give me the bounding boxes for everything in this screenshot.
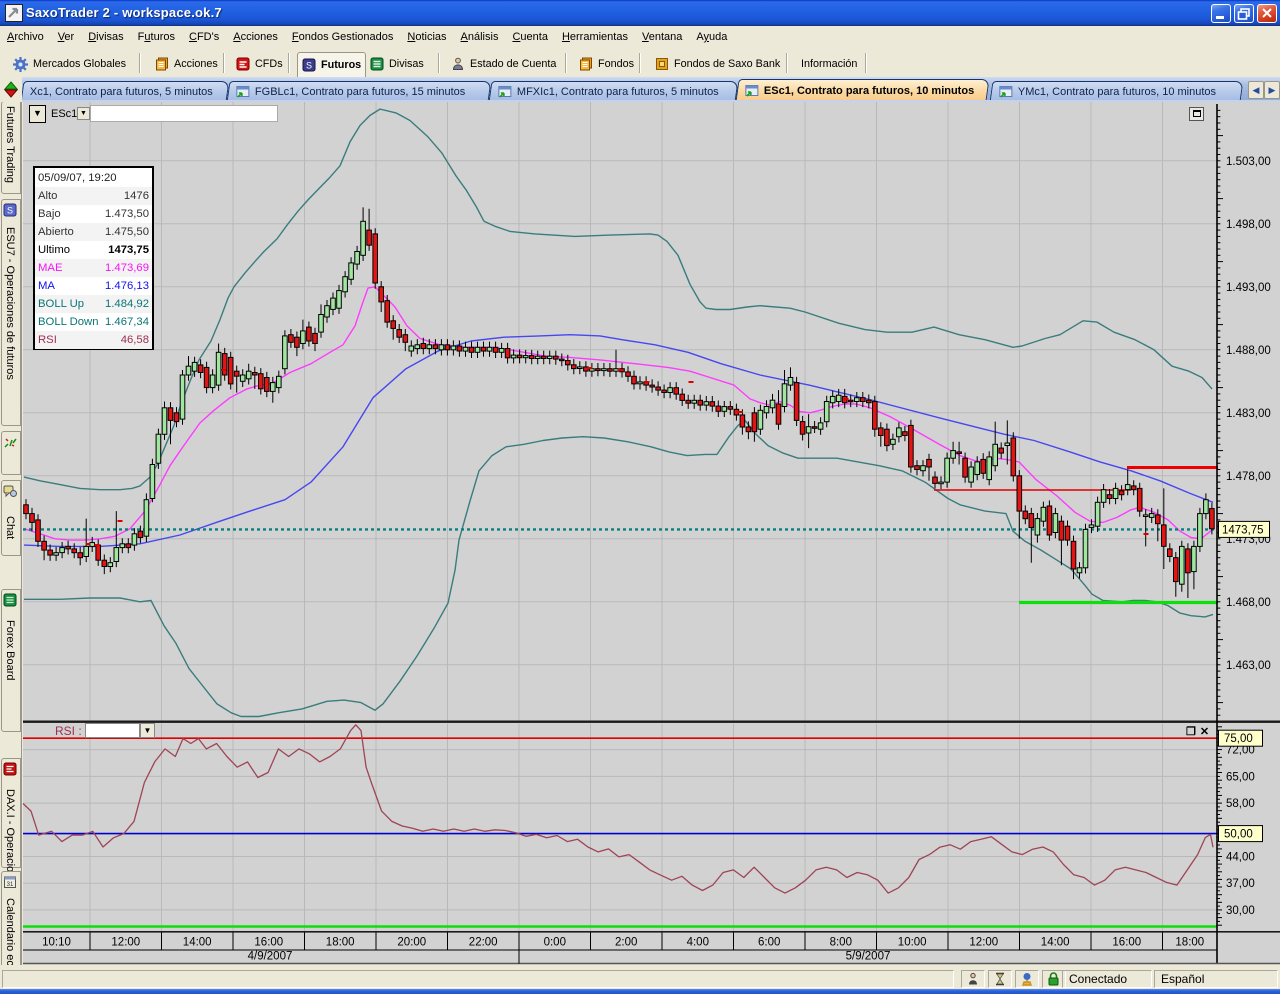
- svg-text:18:00: 18:00: [1175, 937, 1204, 949]
- svg-text:14:00: 14:00: [183, 937, 212, 949]
- svg-text:0:00: 0:00: [544, 937, 566, 949]
- svg-text:75,00: 75,00: [1224, 733, 1253, 745]
- svg-text:1.493,00: 1.493,00: [1226, 282, 1271, 294]
- svg-text:50,00: 50,00: [1224, 829, 1253, 841]
- svg-text:1.468,00: 1.468,00: [1226, 597, 1271, 609]
- svg-text:31: 31: [7, 882, 14, 888]
- svg-text:1.503,00: 1.503,00: [1226, 156, 1271, 168]
- svg-text:S: S: [7, 206, 13, 216]
- svg-text:18:00: 18:00: [326, 937, 355, 949]
- svg-text:1.488,00: 1.488,00: [1226, 345, 1271, 357]
- svg-text:12:00: 12:00: [111, 937, 140, 949]
- svg-text:4:00: 4:00: [687, 937, 709, 949]
- svg-text:12:00: 12:00: [969, 937, 998, 949]
- svg-text:8:00: 8:00: [830, 937, 852, 949]
- svg-text:5/9/2007: 5/9/2007: [846, 951, 891, 963]
- svg-text:6:00: 6:00: [758, 937, 780, 949]
- svg-text:65,00: 65,00: [1226, 771, 1255, 783]
- svg-text:58,00: 58,00: [1226, 798, 1255, 810]
- svg-text:1.483,00: 1.483,00: [1226, 408, 1271, 420]
- svg-text:1.463,00: 1.463,00: [1226, 660, 1271, 672]
- svg-text:20:00: 20:00: [397, 937, 426, 949]
- svg-text:37,00: 37,00: [1226, 878, 1255, 890]
- svg-text:16:00: 16:00: [1112, 937, 1141, 949]
- svg-text:1.498,00: 1.498,00: [1226, 219, 1271, 231]
- svg-text:2:00: 2:00: [615, 937, 637, 949]
- svg-text:14:00: 14:00: [1041, 937, 1070, 949]
- svg-text:1.478,00: 1.478,00: [1226, 471, 1271, 483]
- svg-text:10:00: 10:00: [898, 937, 927, 949]
- svg-text:1473,75: 1473,75: [1222, 524, 1264, 536]
- svg-text:S: S: [306, 61, 312, 71]
- svg-text:10:10: 10:10: [42, 937, 71, 949]
- svg-text:22:00: 22:00: [469, 937, 498, 949]
- svg-text:30,00: 30,00: [1226, 905, 1255, 917]
- svg-text:4/9/2007: 4/9/2007: [248, 951, 293, 963]
- svg-text:16:00: 16:00: [254, 937, 283, 949]
- svg-text:44,00: 44,00: [1226, 852, 1255, 864]
